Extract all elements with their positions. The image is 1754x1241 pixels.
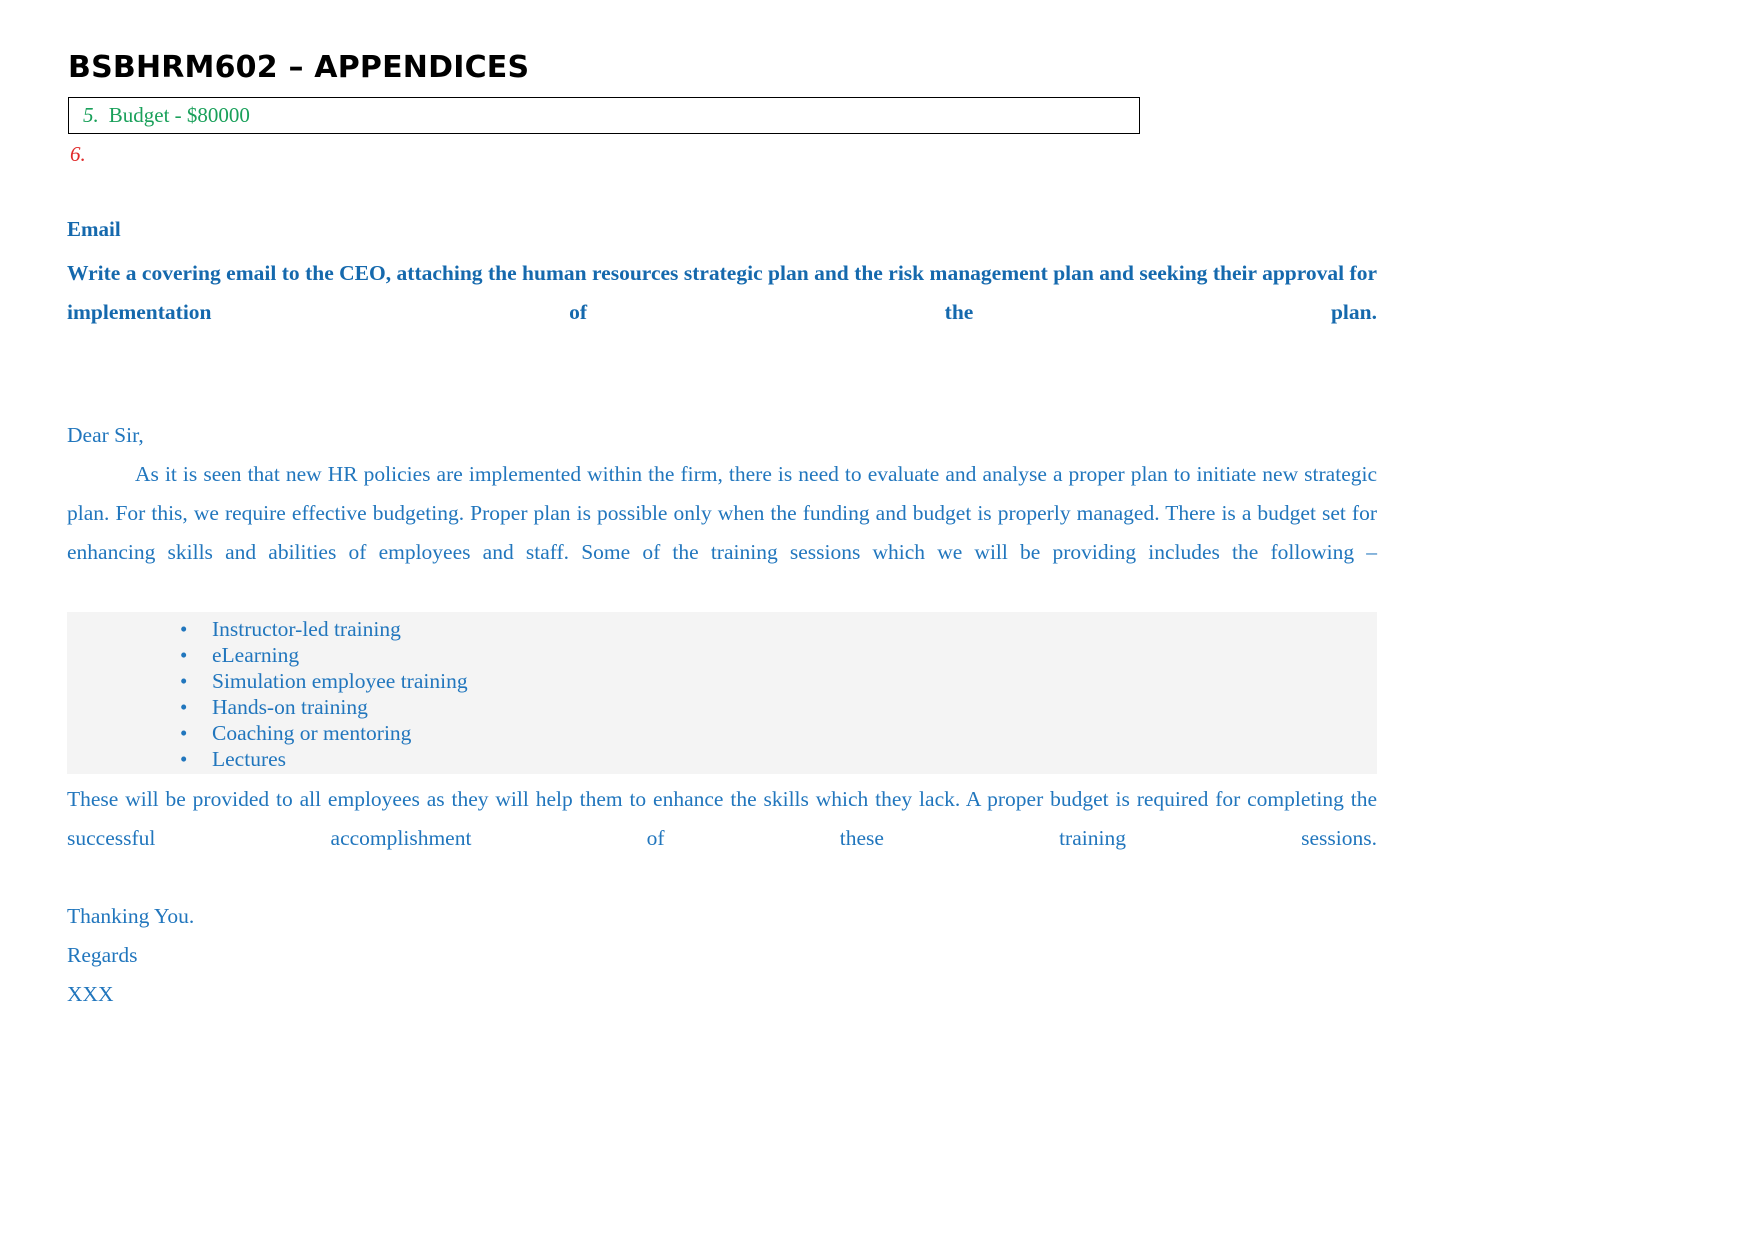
document-page: BSBHRM602 – APPENDICES 5. Budget - $8000… bbox=[0, 0, 1754, 1241]
training-list: • Instructor-led training • eLearning • … bbox=[67, 616, 1377, 772]
list-item-label: Simulation employee training bbox=[212, 669, 468, 693]
list-item: • Lectures bbox=[180, 746, 1377, 772]
list-number-5: 5. bbox=[83, 103, 99, 127]
boxed-list-item-5: 5. Budget - $80000 bbox=[68, 97, 1140, 134]
list-item: • Simulation employee training bbox=[180, 668, 1377, 694]
list-item-5-text: Budget - $80000 bbox=[108, 103, 250, 127]
list-item: • Coaching or mentoring bbox=[180, 720, 1377, 746]
list-item: • Instructor-led training bbox=[180, 616, 1377, 642]
email-regards-line: Regards bbox=[67, 943, 138, 967]
bullet-icon: • bbox=[180, 747, 188, 771]
page-title: BSBHRM602 – APPENDICES bbox=[68, 50, 530, 85]
training-list-block: • Instructor-led training • eLearning • … bbox=[67, 612, 1377, 774]
email-salutation: Dear Sir, bbox=[67, 423, 144, 447]
list-item-label: Hands-on training bbox=[212, 695, 368, 719]
email-section: Email Write a covering email to the CEO,… bbox=[67, 214, 1377, 1014]
email-signature-line: XXX bbox=[67, 982, 114, 1006]
list-item-label: Instructor-led training bbox=[212, 617, 401, 641]
bullet-icon: • bbox=[180, 617, 188, 641]
email-closing-paragraph: These will be provided to all employees … bbox=[67, 787, 1377, 850]
email-body-paragraph: As it is seen that new HR policies are i… bbox=[67, 462, 1377, 564]
list-item-label: eLearning bbox=[212, 643, 300, 667]
list-item-label: Coaching or mentoring bbox=[212, 721, 412, 745]
list-item: • Hands-on training bbox=[180, 694, 1377, 720]
list-item: • eLearning bbox=[180, 642, 1377, 668]
list-number-6: 6. bbox=[70, 142, 86, 166]
email-thanking-line: Thanking You. bbox=[67, 904, 195, 928]
bullet-icon: • bbox=[180, 695, 188, 719]
bullet-icon: • bbox=[180, 721, 188, 745]
email-instruction: Write a covering email to the CEO, attac… bbox=[67, 261, 1377, 324]
bullet-icon: • bbox=[180, 643, 188, 667]
list-item-label: Lectures bbox=[212, 747, 287, 771]
bullet-icon: • bbox=[180, 669, 188, 693]
email-heading: Email bbox=[67, 217, 121, 241]
